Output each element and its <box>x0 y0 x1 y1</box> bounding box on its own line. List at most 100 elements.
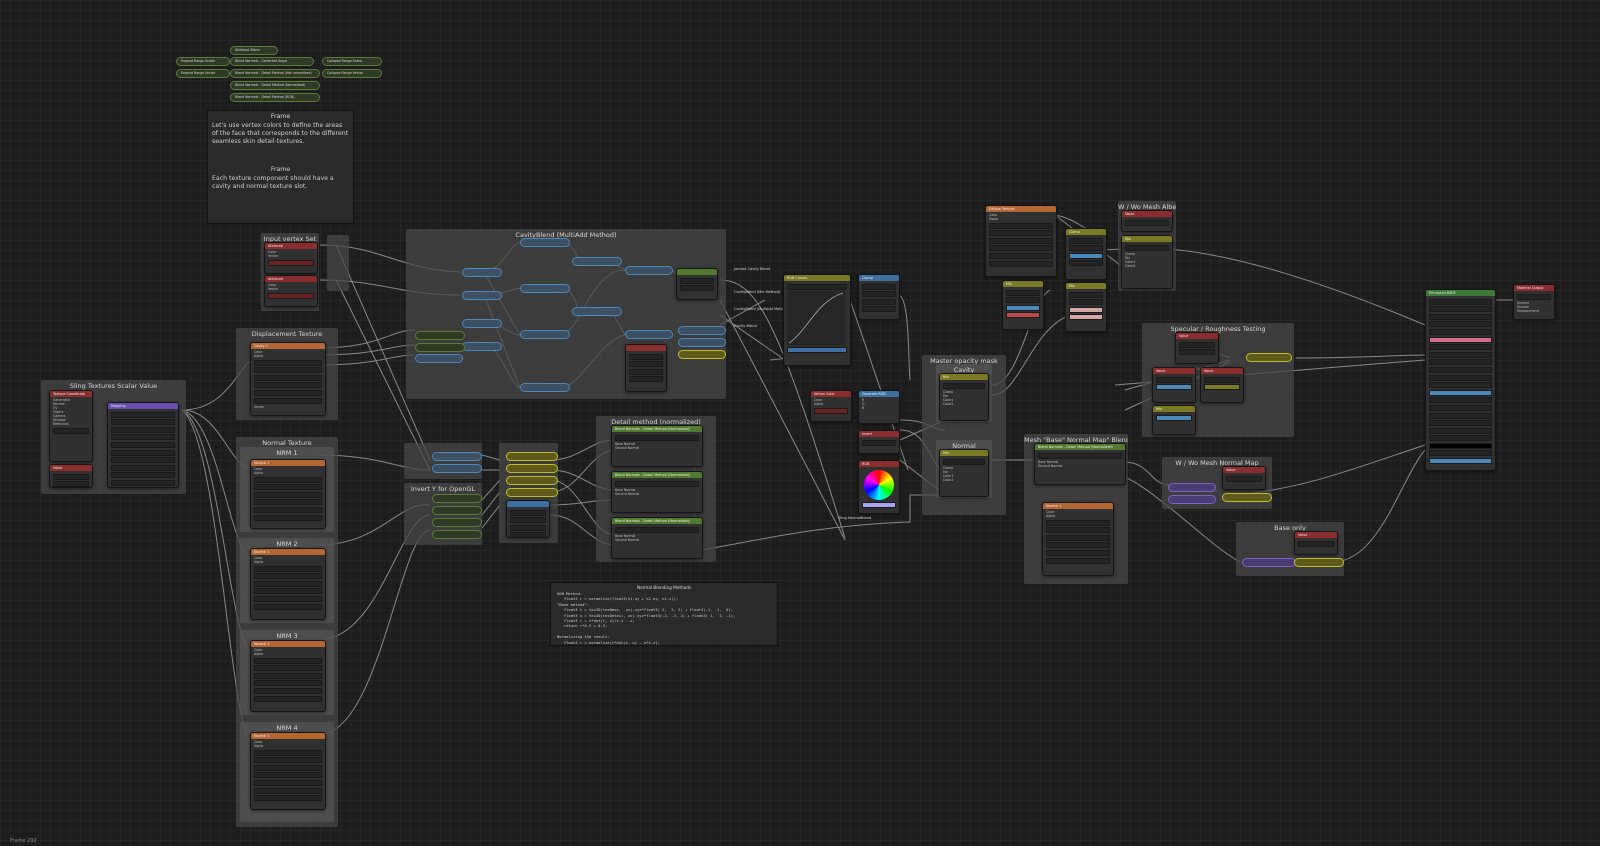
frame-cavity[interactable]: Cavity Mix Clamp Fac Color1 Color2 <box>936 364 992 422</box>
cavity-texture-node[interactable]: Cavity 1 Color Alpha Vector <box>250 342 326 416</box>
value-node-mix[interactable]: Value <box>1200 367 1244 403</box>
vertex-normal-texture-node[interactable]: Normal 1 Color Alpha <box>1042 502 1114 576</box>
normal-texture-node-3[interactable]: Normal 1 Color Alpha <box>250 640 326 712</box>
mix-node-base[interactable] <box>1294 558 1344 567</box>
separate-node[interactable] <box>432 452 482 461</box>
value-node-base[interactable]: Value <box>1294 531 1338 555</box>
mix-node[interactable] <box>678 350 726 359</box>
expand-range-group[interactable] <box>415 343 465 352</box>
clamp-node-albedo[interactable]: Clamp <box>1065 228 1107 280</box>
multiply-node[interactable] <box>520 284 570 293</box>
whiteout-blend-group[interactable]: Whiteout Blend <box>230 46 278 55</box>
text-frame-normal-blending[interactable]: Normal Blending Methods UDN Method: floa… <box>550 582 778 646</box>
blend-normals-node-1[interactable]: Blend Normals - Detail Method (Normalize… <box>611 425 703 467</box>
blend-normals-not-normalized-group[interactable]: Blend Normals - Detail Method (Not norma… <box>230 69 320 78</box>
mix-node[interactable] <box>506 476 558 485</box>
expand-range-group[interactable] <box>415 331 465 340</box>
frame-nrm2[interactable]: NRM 2 Normal 1 Color Alpha <box>240 538 334 623</box>
add-node[interactable] <box>572 257 622 266</box>
mix-node-spec-out[interactable] <box>1246 353 1292 362</box>
rgb-curves-node[interactable]: RGB Curves <box>783 274 851 366</box>
invert-y-group[interactable] <box>432 518 482 527</box>
expand-range-node[interactable] <box>462 268 502 277</box>
curve-graph[interactable] <box>787 291 845 346</box>
combine-xyz-node[interactable] <box>506 500 550 538</box>
frame-wwo-normal[interactable]: W / Wo Mesh Normal Map Value <box>1162 457 1272 509</box>
normal-map-node-base[interactable] <box>1242 558 1296 567</box>
mix-node[interactable] <box>506 488 558 497</box>
add-node[interactable] <box>625 266 673 275</box>
invert-y-group[interactable] <box>432 530 482 539</box>
clamp-node[interactable]: Clamp <box>858 274 900 320</box>
invert-node[interactable]: Invert <box>858 430 900 454</box>
material-output-node[interactable]: Material Output Surface Volume Displacemen… <box>1513 284 1555 320</box>
text-frame-vertex-colors[interactable]: Frame Let's use vertex colors to define … <box>207 110 354 224</box>
value-nodes[interactable] <box>625 344 667 392</box>
blend-normals-node-3[interactable]: Blend Normals - Detail Method (Normalize… <box>611 517 703 559</box>
mix-node[interactable] <box>506 464 558 473</box>
color-wheel[interactable] <box>864 470 894 500</box>
frame-base-only[interactable]: Base only Value <box>1236 522 1344 576</box>
blend-normals-node-2[interactable]: Blend Normals - Detail Method (Normalize… <box>611 471 703 513</box>
normal-texture-node-1[interactable]: Normal 1 Color Alpha <box>250 459 326 529</box>
value-node-spec[interactable]: Value <box>1175 332 1219 364</box>
normal-map-node[interactable] <box>1168 483 1216 492</box>
texture-coordinate-node[interactable]: Texture Coordinate Generated Normal UV Obje… <box>49 390 93 462</box>
value-node[interactable]: Value <box>49 464 93 488</box>
expand-range-node[interactable] <box>462 291 502 300</box>
multiply-node[interactable] <box>520 383 570 392</box>
expand-range-node[interactable] <box>462 342 502 351</box>
node-editor-canvas[interactable]: Expand Range Scalar Expand Range Vector … <box>0 0 1600 846</box>
collapse-range-node[interactable] <box>676 268 718 300</box>
blend-normals-normalized-group[interactable]: Blend Normals - Detail Method (Normalize… <box>230 81 320 90</box>
vertex-color-node[interactable]: Vertex Color Color Alpha <box>810 390 852 422</box>
invert-y-group[interactable] <box>432 494 482 503</box>
frame-normal[interactable]: Normal Mix Clamp Fac Color1 Color2 <box>936 440 992 498</box>
frame-mesh-base-normal[interactable]: Mesh "Base" Normal Map" Blend Blend Norm… <box>1024 434 1128 584</box>
multiply-node[interactable] <box>520 330 570 339</box>
frame-nrm1[interactable]: NRM 1 Normal 1 Color Alpha <box>240 447 334 532</box>
mix-node-a[interactable]: Mix <box>1002 280 1044 330</box>
expand-range-vector-group[interactable]: Expand Range Vector <box>176 69 230 78</box>
combine-node[interactable] <box>415 354 463 363</box>
value-node-normal[interactable]: Value <box>1222 466 1266 490</box>
mix-node-cavity[interactable]: Mix Clamp Fac Color1 Color2 <box>939 373 989 421</box>
rgb-node[interactable]: RGB <box>858 460 900 514</box>
add-node[interactable] <box>572 307 622 316</box>
invert-y-group[interactable] <box>432 506 482 515</box>
normal-map-node[interactable] <box>1168 495 1216 504</box>
mix-node-spec[interactable]: Mix <box>1152 405 1196 435</box>
mix-node-normal-out[interactable] <box>1222 493 1272 502</box>
multiply-node[interactable] <box>625 330 673 339</box>
mix-node-b[interactable]: Mix <box>1065 282 1107 332</box>
frame-detail-method[interactable]: Detail method (normalized) Blend Normals… <box>596 416 716 562</box>
frame-cavity-blend[interactable]: CavityBlend (MultiAdd Method) <box>406 229 726 399</box>
frame-wwo-albedo[interactable]: W / Wo Mesh Albedo Pass Value Mix ClampF… <box>1118 201 1176 291</box>
collapse-range-scalar-group[interactable]: Collapse Range Scalar <box>322 57 382 66</box>
diffuse-texture-node[interactable]: Diffuse Texture Color Alpha <box>985 205 1057 277</box>
attribute-node-2[interactable]: Attribute Color Vector <box>264 275 318 307</box>
separate-node[interactable] <box>432 464 482 473</box>
frame-nrm4[interactable]: NRM 4 Normal 1 Color Alpha <box>240 722 334 822</box>
blend-normals-rgb-group[interactable]: Blend Normals - Detail Method (RGB) <box>230 93 320 102</box>
value-node-rough[interactable]: Value <box>1152 367 1196 403</box>
value-node-albedo[interactable]: Value <box>1121 210 1173 232</box>
attribute-node-1[interactable]: Attribute Color Vector <box>264 242 318 274</box>
collapse-range-vector-group[interactable]: Collapse Range Vector <box>322 69 382 78</box>
expand-range-node[interactable] <box>462 319 502 328</box>
vector-math-node[interactable] <box>678 326 726 335</box>
frame-nrm3[interactable]: NRM 3 Normal 1 Color Alpha <box>240 630 334 715</box>
frame-specular-roughness[interactable]: Specular / Roughness Testing Value Value… <box>1142 323 1294 437</box>
multiply-node[interactable] <box>520 238 570 247</box>
principled-bsdf-node[interactable]: Principled BSDF <box>1425 289 1496 471</box>
mapping-node[interactable]: Mapping <box>107 402 179 488</box>
frame-displacement-texture[interactable]: Displacement Texture Cavity 1 Color Alpha… <box>236 328 338 420</box>
mix-node[interactable] <box>506 452 558 461</box>
blend-normals-base-node[interactable]: Blend Normals - Detail Method (Normalize… <box>1034 443 1126 485</box>
normal-texture-node-2[interactable]: Normal 1 Color Alpha <box>250 548 326 620</box>
vector-math-node[interactable] <box>678 338 726 347</box>
blend-normals-corrected-group[interactable]: Blend Normals - Corrected Angel <box>230 57 314 66</box>
frame-input-vertex-set[interactable]: Input vertex Set Attribute Color Vector A… <box>261 233 319 311</box>
normal-texture-node-4[interactable]: Normal 1 Color Alpha <box>250 732 326 810</box>
frame-sling-textures[interactable]: Sling Textures Scalar Value Texture Coor… <box>41 380 186 494</box>
